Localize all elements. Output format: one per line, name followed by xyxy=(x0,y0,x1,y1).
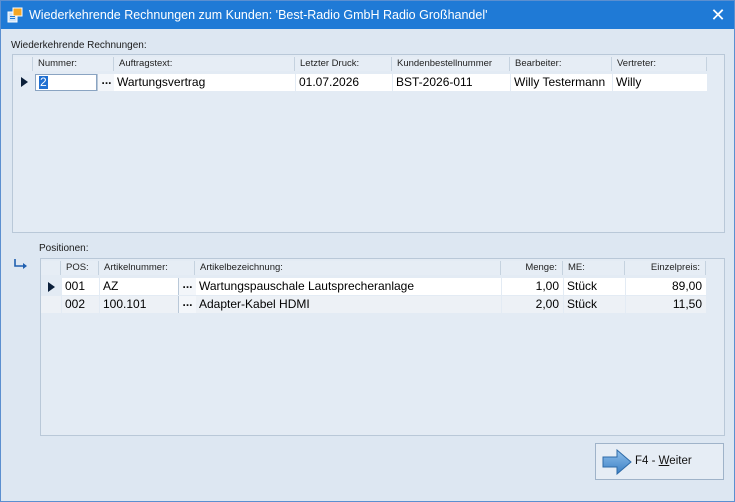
grid-header-indicator xyxy=(41,261,61,275)
col-header-me[interactable]: ME: xyxy=(563,261,625,275)
col-header-kundenbestellnummer[interactable]: Kundenbestellnummer xyxy=(392,57,510,71)
positions-grid[interactable]: POS: Artikelnummer: Artikelbezeichnung: … xyxy=(40,258,725,436)
col-header-bearbeiter[interactable]: Bearbeiter: xyxy=(510,57,612,71)
row-indicator-icon xyxy=(21,77,28,87)
col-header-vertreter[interactable]: Vertreter: xyxy=(612,57,707,71)
positions-label: Positionen: xyxy=(39,243,89,254)
nummer-lookup-button[interactable]: ... xyxy=(97,74,115,91)
window-title: Wiederkehrende Rechnungen zum Kunden: 'B… xyxy=(29,8,488,22)
artikelnummer-lookup-button[interactable]: ... xyxy=(178,296,196,313)
einzelpreis-cell[interactable]: 89,00 xyxy=(626,278,706,295)
col-header-letzter-druck[interactable]: Letzter Druck: xyxy=(295,57,392,71)
weiter-button-label: F4 - Weiter xyxy=(635,455,692,467)
col-header-artikelnummer[interactable]: Artikelnummer: xyxy=(99,261,195,275)
artikelbezeichnung-cell[interactable]: Adapter-Kabel HDMI xyxy=(196,296,501,313)
row-indicator-icon xyxy=(48,282,55,292)
auftragstext-cell[interactable]: Wartungsvertrag xyxy=(114,74,295,91)
nummer-input[interactable]: 2 xyxy=(35,74,97,91)
letzter-druck-cell[interactable]: 01.07.2026 xyxy=(296,74,392,91)
title-bar[interactable]: Wiederkehrende Rechnungen zum Kunden: 'B… xyxy=(1,1,734,29)
close-button[interactable]: ✕ xyxy=(702,1,734,29)
col-header-auftragstext[interactable]: Auftragstext: xyxy=(114,57,295,71)
col-header-einzelpreis[interactable]: Einzelpreis: xyxy=(625,261,706,275)
me-cell[interactable]: Stück xyxy=(564,278,625,295)
col-header-menge[interactable]: Menge: xyxy=(501,261,563,275)
dialog-window: Wiederkehrende Rechnungen zum Kunden: 'B… xyxy=(0,0,735,502)
pos-cell[interactable]: 002 xyxy=(62,296,99,313)
child-link-arrow-icon xyxy=(14,259,27,269)
menge-cell[interactable]: 1,00 xyxy=(502,278,563,295)
bearbeiter-cell[interactable]: Willy Testermann xyxy=(511,74,612,91)
col-header-pos[interactable]: POS: xyxy=(61,261,99,275)
artikelbezeichnung-cell[interactable]: Wartungspauschale Lautsprecheranlage xyxy=(196,278,501,295)
me-cell[interactable]: Stück xyxy=(564,296,625,313)
grid-header-indicator xyxy=(13,57,33,71)
app-icon xyxy=(7,7,23,23)
einzelpreis-cell[interactable]: 11,50 xyxy=(626,296,706,313)
artikelnummer-cell[interactable]: 100.101 xyxy=(100,296,178,313)
menge-cell[interactable]: 2,00 xyxy=(502,296,563,313)
nummer-value: 2 xyxy=(39,75,48,89)
weiter-button[interactable]: F4 - Weiter xyxy=(595,443,724,480)
row-indicator-cell xyxy=(41,296,61,313)
kundenbestellnummer-cell[interactable]: BST-2026-011 xyxy=(393,74,510,91)
pos-cell[interactable]: 001 xyxy=(62,278,99,295)
arrow-right-icon xyxy=(602,449,632,475)
col-header-artikelbezeichnung[interactable]: Artikelbezeichnung: xyxy=(195,261,501,275)
col-header-nummer[interactable]: Nummer: xyxy=(33,57,114,71)
vertreter-cell[interactable]: Willy xyxy=(613,74,707,91)
artikelnummer-cell[interactable]: AZ xyxy=(100,278,178,295)
artikelnummer-lookup-button[interactable]: ... xyxy=(178,278,196,295)
recurring-invoices-grid[interactable]: Nummer: Auftragstext: Letzter Druck: Kun… xyxy=(12,54,725,233)
close-icon: ✕ xyxy=(710,5,726,25)
recurring-invoices-label: Wiederkehrende Rechnungen: xyxy=(11,40,147,51)
